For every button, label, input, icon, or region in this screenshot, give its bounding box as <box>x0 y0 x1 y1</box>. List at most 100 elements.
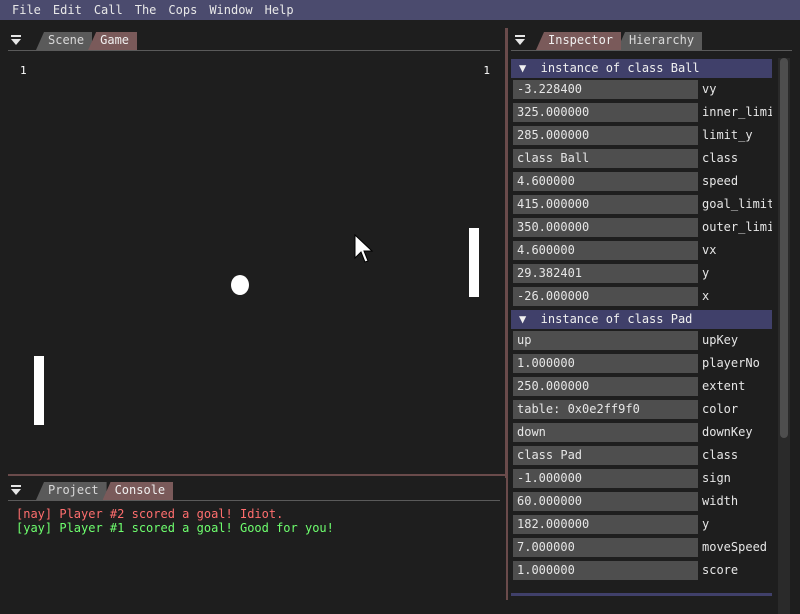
property-row: 325.000000 inner_limit <box>511 103 772 126</box>
property-name-label: outer_limit <box>702 220 772 234</box>
property-name-label: sign <box>702 471 731 485</box>
tab-hierarchy[interactable]: Hierarchy <box>617 32 703 50</box>
property-name-label: color <box>702 402 739 416</box>
property-name-label: class <box>702 448 739 462</box>
property-row: 182.000000 y <box>511 515 772 538</box>
tab-game[interactable]: Game <box>88 32 138 50</box>
property-value-field[interactable]: down <box>513 423 698 442</box>
scrollbar-thumb[interactable] <box>780 58 788 438</box>
property-value-field[interactable]: 1.000000 <box>513 354 698 373</box>
property-value-field[interactable]: 350.000000 <box>513 218 698 237</box>
console-tabbar: Project Console <box>0 478 506 501</box>
property-name-label: limit_y <box>702 128 753 142</box>
property-row: 1.000000 playerNo <box>511 354 772 377</box>
property-value-field[interactable]: class Ball <box>513 149 698 168</box>
menu-call[interactable]: Call <box>88 0 129 20</box>
property-name-label: score <box>702 563 739 577</box>
property-value-field[interactable]: table: 0x0e2ff9f0 <box>513 400 698 419</box>
property-row: down downKey <box>511 423 772 446</box>
property-value-field[interactable]: 4.600000 <box>513 241 698 260</box>
inspector-panel: Inspector Hierarchy ▼ instance of class … <box>508 28 800 614</box>
property-name-label: moveSpeed <box>702 540 768 554</box>
menu-help[interactable]: Help <box>259 0 300 20</box>
section-header[interactable]: ▼ instance of class Ball <box>511 59 772 78</box>
property-row: 285.000000 limit_y <box>511 126 772 149</box>
property-row: 350.000000 outer_limit <box>511 218 772 241</box>
inspector-scrollbar[interactable] <box>778 58 790 614</box>
property-name-label: x <box>702 289 710 303</box>
property-row: class Ball class <box>511 149 772 172</box>
score-left: 1 <box>20 64 27 77</box>
property-row: 4.600000 speed <box>511 172 772 195</box>
menu-collapse-icon[interactable] <box>514 34 526 46</box>
property-row: 29.382401 y <box>511 264 772 287</box>
menu-edit[interactable]: Edit <box>47 0 88 20</box>
property-name-label: playerNo <box>702 356 760 370</box>
property-name-label: extent <box>702 379 746 393</box>
property-row: -3.228400 vy <box>511 80 772 103</box>
ball <box>231 275 249 295</box>
property-name-label: inner_limit <box>702 105 772 119</box>
property-row: -26.000000 x <box>511 287 772 310</box>
tab-divider <box>8 500 500 501</box>
property-value-field[interactable]: up <box>513 331 698 350</box>
section-header[interactable]: ▼ instance of class Pad <box>511 310 772 329</box>
game-panel: Scene Game 1 1 <box>0 28 506 473</box>
property-row: class Pad class <box>511 446 772 469</box>
property-value-field[interactable]: -26.000000 <box>513 287 698 306</box>
property-name-label: y <box>702 266 710 280</box>
menu-file[interactable]: File <box>0 0 47 20</box>
property-value-field[interactable]: 250.000000 <box>513 377 698 396</box>
menu-the[interactable]: The <box>129 0 163 20</box>
menu-bar: File Edit Call The Cops Window Help <box>0 0 800 20</box>
property-name-label: upKey <box>702 333 739 347</box>
property-row: 250.000000 extent <box>511 377 772 400</box>
property-value-field[interactable]: 4.600000 <box>513 172 698 191</box>
menu-cops[interactable]: Cops <box>162 0 203 20</box>
property-value-field[interactable]: -3.228400 <box>513 80 698 99</box>
right-paddle <box>469 228 479 297</box>
game-viewport[interactable]: 1 1 <box>8 58 502 471</box>
property-name-label: y <box>702 517 710 531</box>
menu-collapse-icon[interactable] <box>10 484 22 496</box>
property-row: 4.600000 vx <box>511 241 772 264</box>
tab-divider <box>511 50 792 51</box>
console-line: [nay] Player #2 scored a goal! Idiot. <box>16 507 284 521</box>
property-value-field[interactable]: 60.000000 <box>513 492 698 511</box>
property-value-field[interactable]: 182.000000 <box>513 515 698 534</box>
score-right: 1 <box>483 64 490 77</box>
mouse-pointer-icon <box>354 234 374 263</box>
menu-collapse-icon[interactable] <box>10 34 22 46</box>
horizontal-splitter[interactable] <box>8 474 505 476</box>
inspector-tabbar: Inspector Hierarchy <box>508 28 800 51</box>
property-value-field[interactable]: 325.000000 <box>513 103 698 122</box>
property-row: 60.000000 width <box>511 492 772 515</box>
property-value-field[interactable]: class Pad <box>513 446 698 465</box>
property-value-field[interactable]: -1.000000 <box>513 469 698 488</box>
property-name-label: goal_limit <box>702 197 772 211</box>
console-log: [nay] Player #2 scored a goal! Idiot. [ya… <box>16 507 334 535</box>
property-name-label: vy <box>702 82 717 96</box>
menu-window[interactable]: Window <box>203 0 258 20</box>
property-value-field[interactable]: 7.000000 <box>513 538 698 557</box>
property-row: up upKey <box>511 331 772 354</box>
property-name-label: vx <box>702 243 717 257</box>
left-paddle <box>34 356 44 425</box>
property-value-field[interactable]: 1.000000 <box>513 561 698 580</box>
property-value-field[interactable]: 415.000000 <box>513 195 698 214</box>
tab-project[interactable]: Project <box>36 482 107 500</box>
tab-console[interactable]: Console <box>102 482 174 500</box>
property-value-field[interactable]: 285.000000 <box>513 126 698 145</box>
property-name-label: downKey <box>702 425 753 439</box>
game-tabbar: Scene Game <box>0 28 506 51</box>
tab-inspector[interactable]: Inspector <box>536 32 622 50</box>
property-name-label: class <box>702 151 739 165</box>
property-row: 415.000000 goal_limit <box>511 195 772 218</box>
property-row: 7.000000 moveSpeed <box>511 538 772 561</box>
next-section-edge <box>511 593 772 596</box>
inspector-properties: ▼ instance of class Ball -3.228400 vy 325.0… <box>511 59 772 584</box>
property-value-field[interactable]: 29.382401 <box>513 264 698 283</box>
console-line: [yay] Player #1 scored a goal! Good for … <box>16 521 334 535</box>
tab-scene[interactable]: Scene <box>36 32 93 50</box>
console-panel: Project Console [nay] Player #2 scored a… <box>0 478 506 600</box>
